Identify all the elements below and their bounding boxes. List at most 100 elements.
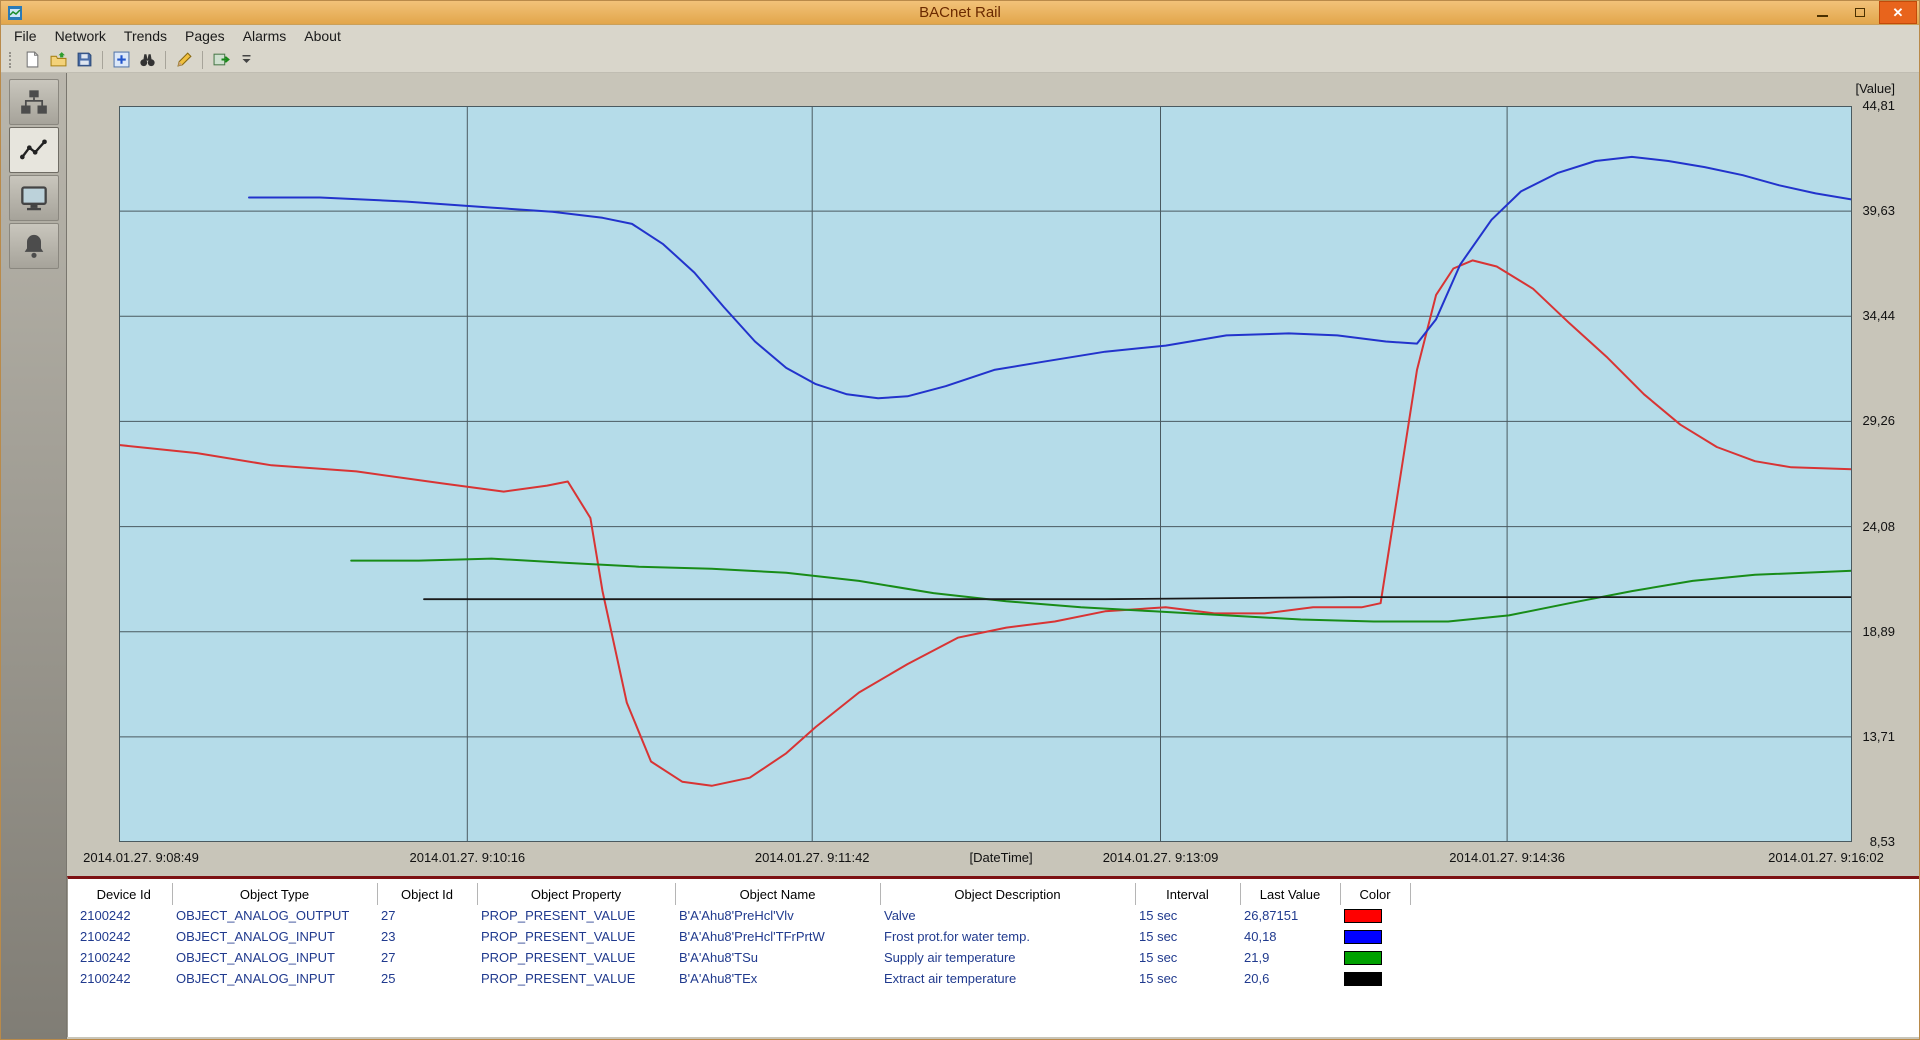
menu-about[interactable]: About <box>295 25 350 47</box>
trend-table-row[interactable]: 2100242 OBJECT_ANALOG_OUTPUT 27 PROP_PRESEN… <box>76 905 1410 926</box>
menu-alarms[interactable]: Alarms <box>234 25 296 47</box>
table-cell: 27 <box>381 908 396 923</box>
toolbar <box>1 47 1919 73</box>
x-axis-tick: 2014.01.27. 9:08:49 <box>83 850 199 865</box>
table-cell: 2100242 <box>80 908 131 923</box>
trend-table: Device Id Object Type Object Id Object Prop… <box>76 883 1411 989</box>
new-document-button[interactable] <box>19 48 45 72</box>
table-cell: 15 sec <box>1139 929 1178 944</box>
table-cell-color <box>1340 905 1410 926</box>
sidebar-item-network[interactable] <box>9 79 59 125</box>
bell-icon <box>24 234 44 258</box>
table-cell: 15 sec <box>1139 971 1178 986</box>
table-cell: Extract air temperature <box>884 971 1017 986</box>
y-axis-tick: 8,53 <box>1869 834 1895 849</box>
chart-area: [Value] 44,81 39,63 34,44 29,26 24,08 18,89 13… <box>67 73 1919 876</box>
table-cell: 15 sec <box>1139 908 1178 923</box>
table-cell: 25 <box>381 971 396 986</box>
export-report-icon <box>213 53 230 66</box>
table-cell: PROP_PRESENT_VALUE <box>481 971 636 986</box>
toolbar-grip[interactable] <box>9 51 13 68</box>
open-button[interactable] <box>45 48 71 72</box>
pencil-icon <box>176 52 192 67</box>
trend-table-row[interactable]: 2100242 OBJECT_ANALOG_INPUT 25 PROP_PRESENT… <box>76 968 1410 989</box>
y-axis-tick: 29,26 <box>1862 413 1895 429</box>
trend-chart-plot[interactable] <box>119 106 1852 842</box>
table-cell: 21,9 <box>1244 950 1270 965</box>
close-button[interactable]: ✕ <box>1879 1 1917 24</box>
column-header-object-type[interactable]: Object Type <box>172 883 378 905</box>
table-cell: 15 sec <box>1139 950 1178 965</box>
x-axis-title: [DateTime] <box>969 850 1033 865</box>
y-axis-tick: 18,89 <box>1862 623 1895 639</box>
find-button[interactable] <box>134 48 160 72</box>
maximize-icon <box>1855 8 1865 17</box>
x-axis-tick: 2014.01.27. 9:16:02 <box>1768 850 1884 865</box>
table-body: 2100242 OBJECT_ANALOG_OUTPUT 27 PROP_PRESEN… <box>76 905 1410 989</box>
column-header-object-name[interactable]: Object Name <box>675 883 881 905</box>
table-cell: B'A'Ahu8'PreHcl'TFrPrtW <box>679 929 825 944</box>
table-cell: 2100242 <box>80 971 131 986</box>
column-header-interval[interactable]: Interval <box>1135 883 1241 905</box>
series-color-swatch <box>1344 972 1382 987</box>
y-axis-tick: 44,81 <box>1862 98 1895 113</box>
menu-pages[interactable]: Pages <box>176 25 234 47</box>
table-cell: OBJECT_ANALOG_INPUT <box>176 971 335 986</box>
toolbar-separator <box>102 50 103 69</box>
table-cell: PROP_PRESENT_VALUE <box>481 908 636 923</box>
sidebar-item-pages[interactable] <box>9 175 59 221</box>
left-nav-strip <box>1 73 67 1039</box>
table-cell: OBJECT_ANALOG_OUTPUT <box>176 908 350 923</box>
overflow-chevron-icon <box>242 54 251 63</box>
column-header-device-id[interactable]: Device Id <box>76 883 173 905</box>
sidebar-item-trends[interactable] <box>9 127 59 173</box>
table-cell: 23 <box>381 929 396 944</box>
trend-table-row[interactable]: 2100242 OBJECT_ANALOG_INPUT 23 PROP_PRESENT… <box>76 926 1410 947</box>
toolbar-overflow-button[interactable] <box>242 54 251 66</box>
menu-network[interactable]: Network <box>46 25 115 47</box>
binoculars-icon <box>139 54 155 67</box>
x-axis-tick: 2014.01.27. 9:14:36 <box>1449 850 1565 865</box>
column-header-object-id[interactable]: Object Id <box>377 883 478 905</box>
save-button[interactable] <box>71 48 97 72</box>
table-cell: Frost prot.for water temp. <box>884 929 1030 944</box>
table-cell-color <box>1340 926 1410 947</box>
close-icon: ✕ <box>1892 5 1904 20</box>
toolbar-separator <box>165 50 166 69</box>
toolbar-separator <box>202 50 203 69</box>
table-cell: B'A'Ahu8'TSu <box>679 950 758 965</box>
series-color-swatch <box>1344 909 1382 924</box>
export-report-button[interactable] <box>208 48 234 72</box>
table-cell: 26,87151 <box>1244 908 1299 923</box>
app-window: BACnet Rail ✕ File Network Trends Pages Alar… <box>0 0 1920 1040</box>
x-axis-tick: 2014.01.27. 9:10:16 <box>409 850 526 865</box>
column-header-last-value[interactable]: Last Value <box>1240 883 1341 905</box>
table-cell: Valve <box>884 908 916 923</box>
y-axis-tick: 24,08 <box>1862 518 1895 534</box>
menu-file[interactable]: File <box>5 25 46 47</box>
column-header-color[interactable]: Color <box>1340 883 1411 905</box>
new-document-icon <box>26 51 38 68</box>
menu-trends[interactable]: Trends <box>115 25 176 47</box>
edit-button[interactable] <box>171 48 197 72</box>
open-folder-icon <box>50 52 66 67</box>
add-trend-button[interactable] <box>108 48 134 72</box>
series-color-swatch <box>1344 930 1382 945</box>
column-header-object-description[interactable]: Object Description <box>880 883 1136 905</box>
maximize-button[interactable] <box>1841 1 1879 24</box>
x-axis-tick: 2014.01.27. 9:13:09 <box>1102 850 1219 865</box>
y-axis-title: [Value] <box>1855 81 1895 96</box>
window-controls: ✕ <box>1803 1 1917 25</box>
table-cell-color <box>1340 968 1410 989</box>
y-axis-tick: 13,71 <box>1862 728 1895 744</box>
table-cell: OBJECT_ANALOG_INPUT <box>176 929 335 944</box>
sidebar-item-alarms[interactable] <box>9 223 59 269</box>
column-header-object-property[interactable]: Object Property <box>477 883 676 905</box>
trend-table-panel: Device Id Object Type Object Id Object Prop… <box>67 876 1919 1037</box>
y-axis-tick: 34,44 <box>1862 308 1895 324</box>
minimize-button[interactable] <box>1803 1 1841 24</box>
trend-table-row[interactable]: 2100242 OBJECT_ANALOG_INPUT 27 PROP_PRESENT… <box>76 947 1410 968</box>
table-cell: 2100242 <box>80 929 131 944</box>
y-axis-tick: 39,63 <box>1862 203 1895 219</box>
network-tree-icon <box>21 90 47 114</box>
